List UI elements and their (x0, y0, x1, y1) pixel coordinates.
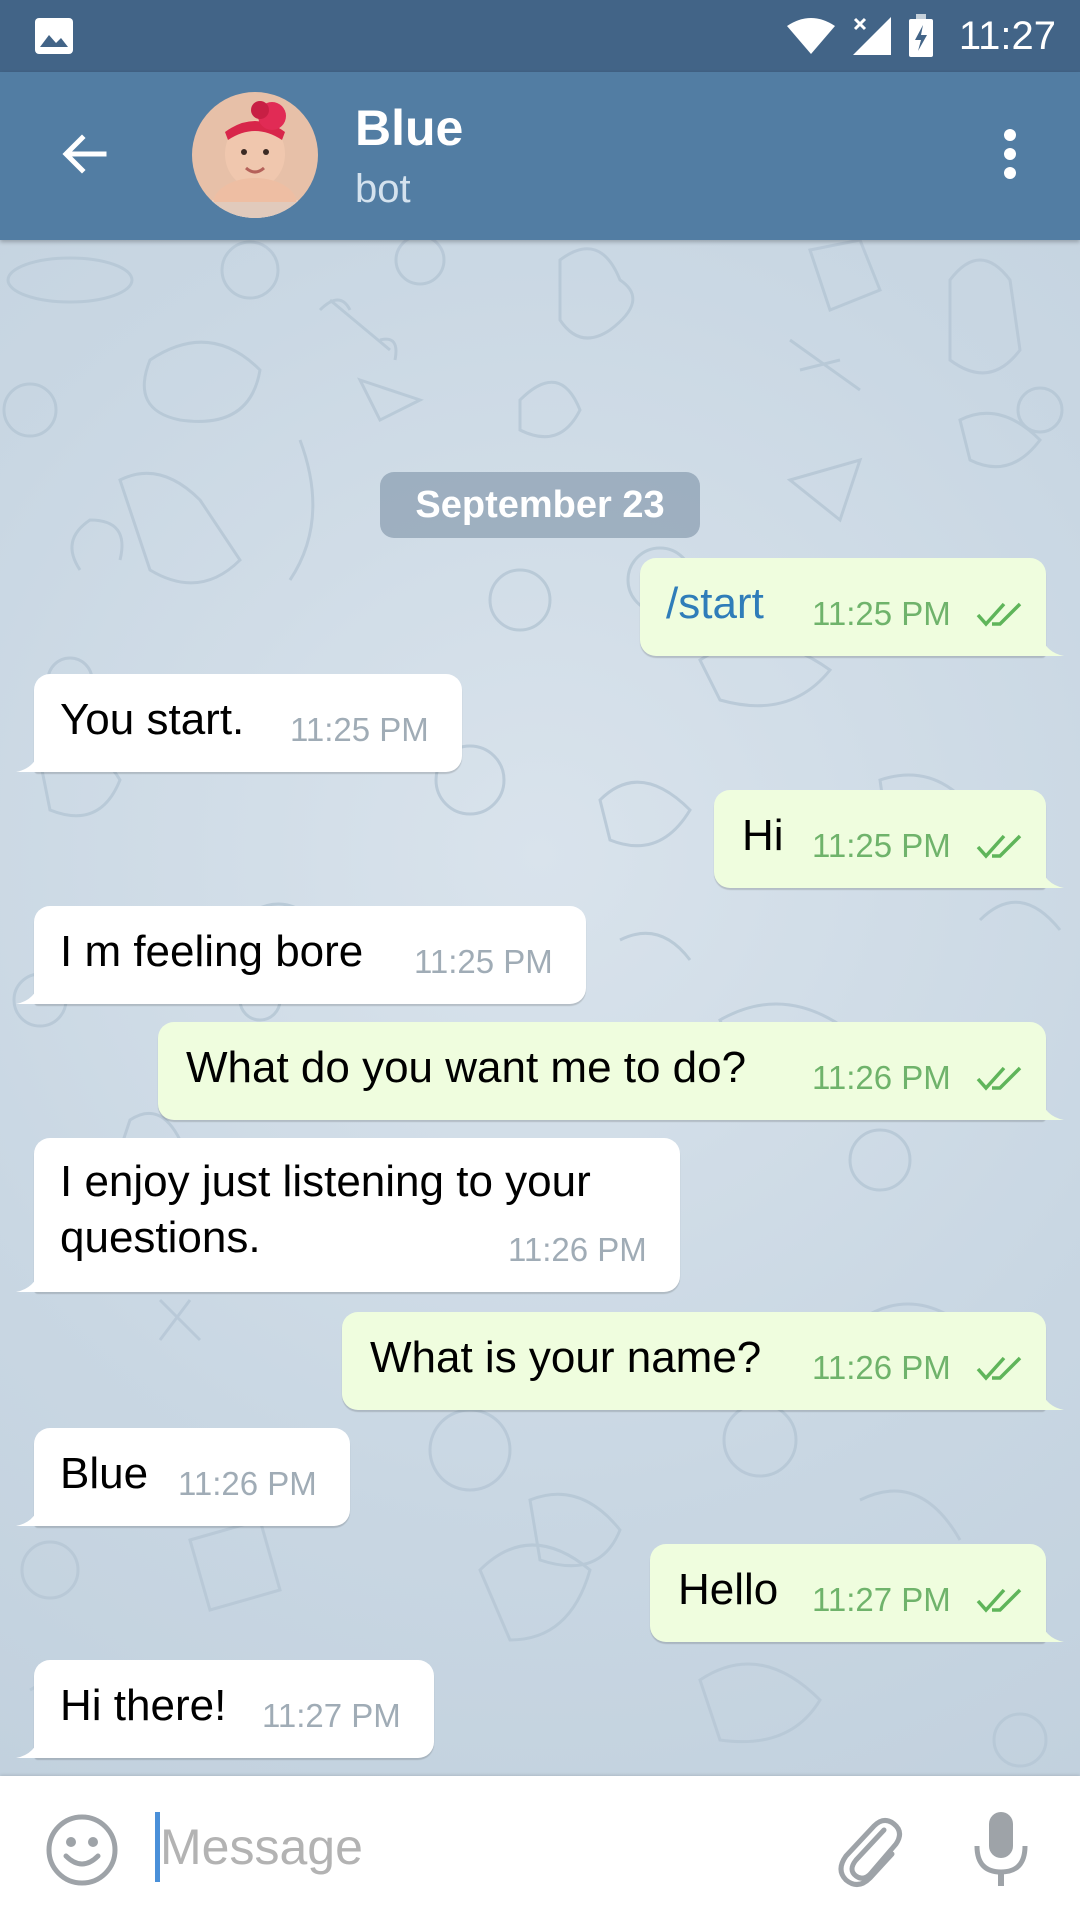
menu-button[interactable] (970, 114, 1050, 194)
bubble-tail (1040, 1386, 1064, 1410)
back-button[interactable] (44, 114, 124, 194)
bubble-tail (16, 748, 40, 772)
double-check-icon (976, 1066, 1022, 1091)
avatar[interactable] (192, 92, 318, 218)
message-text[interactable]: Hi (742, 810, 784, 862)
message-text[interactable]: /start (666, 578, 764, 630)
bubble-tail (16, 980, 40, 1004)
bubble-tail (1040, 1096, 1064, 1120)
message-incoming[interactable]: Blue 11:26 PM (16, 1428, 350, 1526)
chat-title[interactable]: Blue (355, 98, 463, 158)
message-incoming[interactable]: You start. 11:25 PM (16, 674, 462, 772)
bubble-tail (1040, 1618, 1064, 1642)
double-check-icon (976, 1588, 1022, 1613)
arrow-back-icon (62, 134, 107, 174)
avatar-photo (192, 92, 318, 218)
message-outgoing[interactable]: What do you want me to do? 11:26 PM (158, 1022, 1064, 1120)
chat-area[interactable]: September 23 /start 11:25 PM You start. … (0, 240, 1080, 1776)
message-text-line-2[interactable]: questions. (60, 1212, 261, 1264)
message-text[interactable]: Blue (60, 1448, 148, 1500)
double-check-icon (976, 1356, 1022, 1381)
message-text-line-1[interactable]: I enjoy just listening to your (60, 1156, 591, 1208)
message-incoming[interactable]: I m feeling bore 11:25 PM (16, 906, 586, 1004)
image-notification-icon (35, 18, 73, 54)
message-incoming[interactable]: Hi there! 11:27 PM (16, 1660, 434, 1758)
status-bar: 11:27 (0, 0, 1080, 72)
double-check-icon (976, 602, 1022, 627)
message-input[interactable] (160, 1804, 800, 1890)
message-time: 11:26 PM (812, 1349, 951, 1386)
status-icons: 11:27 (785, 0, 1056, 72)
message-text[interactable]: Hi there! (60, 1680, 226, 1732)
message-time: 11:25 PM (812, 595, 951, 632)
chat-header: Blue bot (0, 72, 1080, 240)
status-time: 11:27 (958, 14, 1056, 58)
bubble-tail (16, 1734, 40, 1758)
message-time: 11:26 PM (508, 1231, 647, 1268)
message-outgoing[interactable]: Hello 11:27 PM (650, 1544, 1064, 1642)
double-check-icon (976, 834, 1022, 859)
message-time: 11:25 PM (414, 943, 553, 980)
message-incoming[interactable]: I enjoy just listening to your questions… (16, 1138, 680, 1292)
message-outgoing[interactable]: What is your name? 11:26 PM (342, 1312, 1064, 1410)
message-text[interactable]: You start. (60, 694, 244, 746)
message-time: 11:27 PM (262, 1697, 401, 1734)
bubble-tail (1040, 632, 1064, 656)
more-vert-icon (1004, 129, 1016, 179)
message-outgoing[interactable]: Hi 11:25 PM (714, 790, 1064, 888)
chat-subtitle: bot (355, 167, 411, 211)
message-time: 11:26 PM (812, 1059, 951, 1096)
bubble-tail (16, 1502, 40, 1526)
microphone-icon[interactable] (968, 1810, 1034, 1890)
message-text[interactable]: Hello (678, 1564, 778, 1616)
cellular-signal-icon (852, 17, 891, 55)
date-separator: September 23 (380, 472, 700, 538)
message-text[interactable]: What is your name? (370, 1332, 761, 1384)
bubble-tail (1040, 864, 1064, 888)
message-time: 11:25 PM (290, 711, 429, 748)
emoji-smile-icon[interactable] (44, 1812, 120, 1888)
message-outgoing[interactable]: /start 11:25 PM (640, 558, 1064, 656)
battery-charging-icon (908, 14, 933, 57)
wifi-icon (786, 18, 835, 54)
message-time: 11:27 PM (812, 1581, 951, 1618)
paperclip-icon[interactable] (830, 1810, 908, 1888)
bubble-tail (16, 1268, 40, 1292)
message-time: 11:26 PM (178, 1465, 317, 1502)
message-text[interactable]: What do you want me to do? (186, 1042, 746, 1094)
message-time: 11:25 PM (812, 827, 951, 864)
message-text[interactable]: I m feeling bore (60, 926, 363, 978)
message-composer (0, 1776, 1080, 1920)
